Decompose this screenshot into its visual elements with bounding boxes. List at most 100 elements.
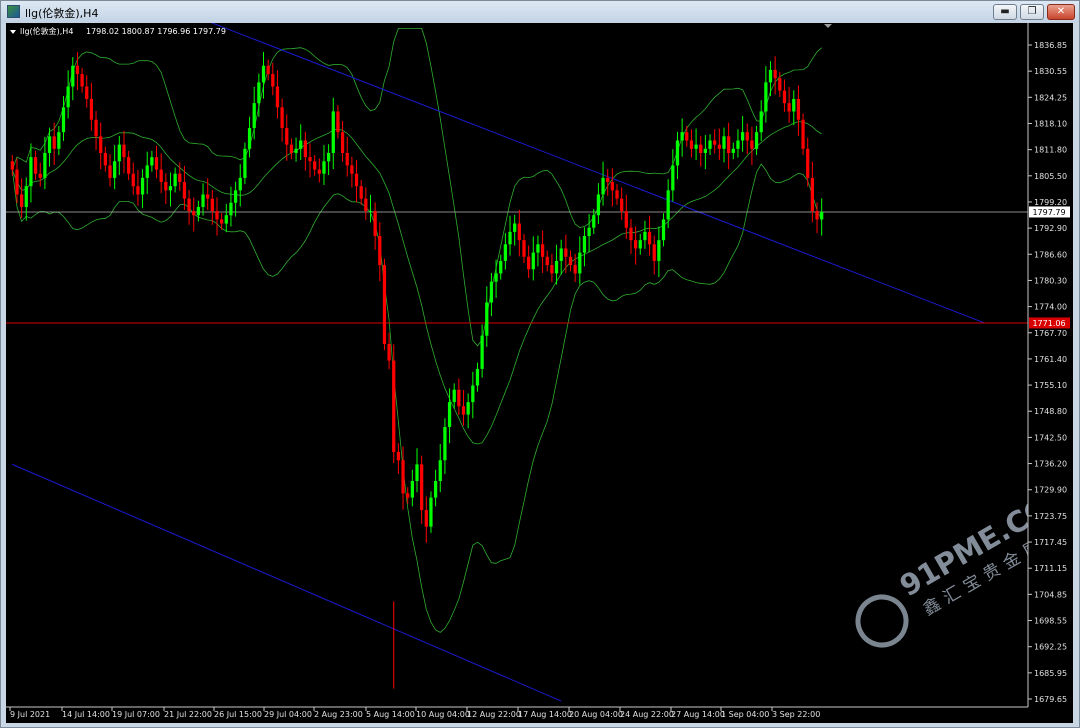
candle-body: [201, 194, 205, 207]
candle-body: [345, 152, 349, 166]
candle-body: [764, 82, 768, 112]
candle-body: [33, 157, 38, 174]
candle-body: [792, 98, 796, 112]
candle-body: [652, 244, 656, 261]
candle-body: [378, 236, 382, 266]
candle-body: [536, 244, 540, 253]
chart-ohlc-label: 1798.02 1800.87 1796.96 1797.79: [86, 27, 226, 36]
candle-body: [578, 252, 582, 274]
candle-body: [252, 103, 256, 129]
candle-body: [10, 161, 14, 170]
price-tick-label: 1786.60: [1034, 250, 1067, 259]
candle-body: [731, 148, 735, 153]
candle-body: [396, 451, 401, 461]
trend-channel: [12, 0, 985, 702]
close-button[interactable]: ✕: [1047, 4, 1075, 20]
candle-body: [564, 248, 568, 257]
chart-window-icon: [7, 5, 20, 18]
candle-body: [740, 132, 745, 141]
candle-body: [573, 265, 577, 274]
candle-body: [415, 464, 419, 481]
minimize-button[interactable]: ▬: [993, 4, 1017, 20]
candle-body: [443, 427, 447, 461]
time-tick-label: 5 Aug 14:00: [366, 710, 415, 719]
candle-body: [368, 211, 373, 213]
candle-body: [433, 481, 438, 498]
chart-shift-marker-icon[interactable]: [824, 24, 832, 28]
candle-body: [601, 177, 605, 195]
chart-window: llg(伦敦金),H4 ▬ ❐ ✕ 91PME.COM 鑫汇宝贵金属 1836.…: [0, 0, 1080, 728]
price-tick-label: 1704.85: [1034, 590, 1067, 599]
candle-body: [220, 219, 224, 224]
current-price-label: 1797.79: [1032, 208, 1065, 217]
candle-body: [182, 182, 187, 199]
candle-body: [513, 223, 517, 232]
candle-body: [43, 152, 47, 178]
candle-body: [243, 148, 247, 178]
candle-body: [196, 206, 201, 216]
time-tick-label: 12 Aug 22:00: [467, 710, 521, 719]
candle-body: [489, 281, 494, 303]
candle-body: [275, 86, 280, 108]
candle-body: [420, 464, 424, 511]
candle-body: [671, 165, 675, 191]
channel-line-lower[interactable]: [12, 463, 562, 702]
candle-body: [503, 244, 508, 261]
candle-body: [266, 65, 270, 75]
candle-body: [620, 198, 624, 212]
candle-body: [206, 194, 210, 199]
candle-body: [429, 497, 433, 527]
candle-body: [117, 144, 121, 162]
candle-body: [313, 161, 317, 170]
minimize-icon: ▬: [1000, 6, 1010, 17]
chart-area[interactable]: 91PME.COM 鑫汇宝贵金属 1836.85 1830.55 1824.25 18…: [6, 0, 1080, 723]
time-tick-label: 17 Aug 14:00: [518, 710, 572, 719]
candle-body: [550, 265, 554, 274]
price-tick-label: 1742.50: [1034, 433, 1067, 442]
candle-body: [666, 190, 670, 220]
candle-body: [522, 240, 526, 257]
price-chart[interactable]: 91PME.COM 鑫汇宝贵金属 1836.851830.551824.2518…: [6, 0, 1080, 723]
candle-body: [545, 256, 549, 266]
candle-body: [215, 211, 219, 220]
candle-body: [61, 107, 66, 133]
time-tick-label: 14 Jul 14:00: [62, 710, 110, 719]
candle-body: [392, 360, 396, 452]
price-tick-label: 1830.55: [1034, 67, 1067, 76]
candle-body: [336, 111, 340, 133]
bollinger-bands: [11, 28, 823, 633]
collapse-triangle-icon[interactable]: [10, 30, 16, 34]
price-tick-label: 1717.45: [1034, 538, 1067, 547]
title-bar[interactable]: llg(伦敦金),H4 ▬ ❐ ✕: [1, 1, 1079, 23]
restore-button[interactable]: ❐: [1020, 4, 1044, 20]
time-tick-label: 21 Jul 22:00: [164, 710, 212, 719]
candle-body: [768, 69, 773, 83]
price-tick-label: 1755.10: [1034, 381, 1067, 390]
time-tick-label: 3 Sep 22:00: [772, 710, 820, 719]
candle-body: [508, 231, 512, 245]
time-tick-label: 20 Aug 04:00: [569, 710, 623, 719]
candle-body: [401, 460, 405, 494]
price-tick-label: 1685.95: [1034, 669, 1067, 678]
price-tick-label: 1774.00: [1034, 303, 1067, 312]
candle-body: [461, 406, 466, 415]
candle-body: [410, 481, 414, 498]
time-tick-label: 29 Jul 04:00: [264, 710, 312, 719]
candle-body: [629, 227, 633, 241]
candle-body: [447, 402, 452, 428]
candle-body: [694, 144, 698, 149]
candle-body: [99, 136, 103, 153]
candle-body: [126, 157, 131, 174]
time-tick-label: 24 Aug 22:00: [620, 710, 674, 719]
candle-body: [354, 173, 359, 187]
price-tick-label: 1723.75: [1034, 512, 1067, 521]
candle-body: [285, 128, 289, 145]
candle-body: [661, 219, 666, 241]
candle-body: [559, 248, 563, 261]
candle-body: [359, 186, 363, 199]
candle-body: [717, 144, 721, 149]
horizontal-lines: [6, 211, 1028, 324]
candle-body: [606, 177, 610, 183]
candle-body: [531, 252, 535, 270]
candle-body: [340, 132, 345, 153]
